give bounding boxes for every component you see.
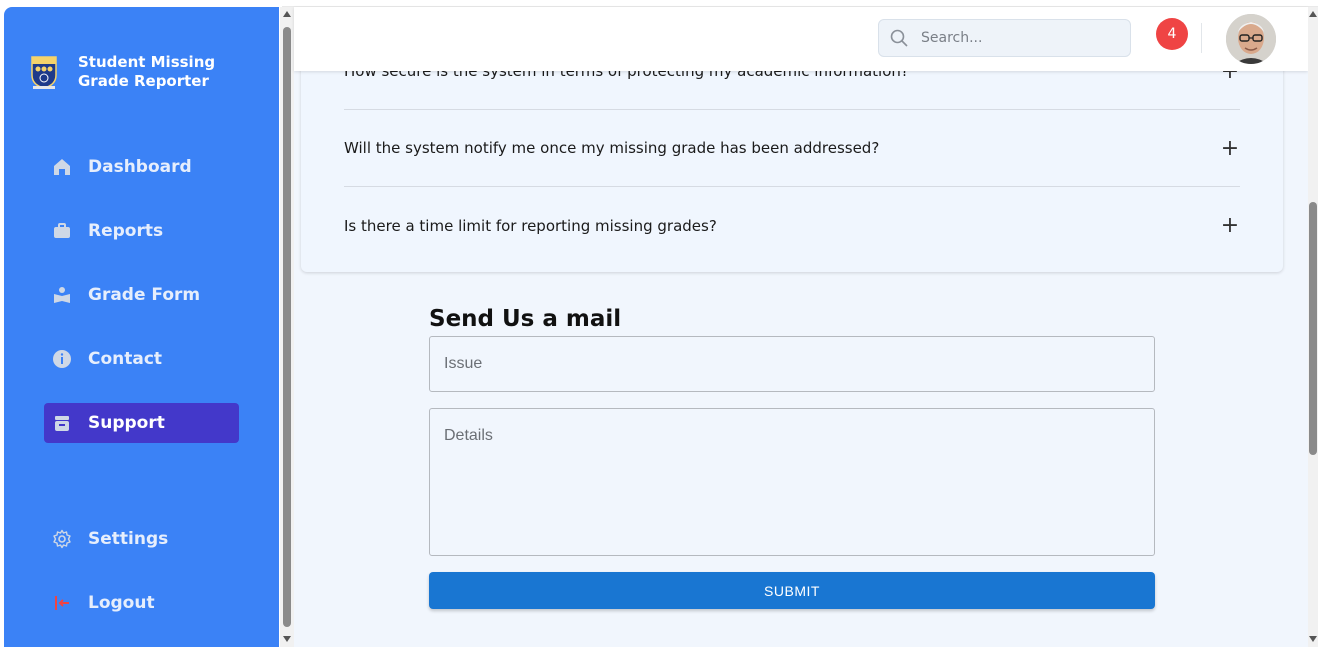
sidebar-item-grade-form[interactable]: Grade Form <box>44 275 239 315</box>
faq-question: Is there a time limit for reporting miss… <box>344 216 717 235</box>
scroll-up-icon[interactable] <box>283 11 291 17</box>
briefcase-icon <box>52 221 72 241</box>
sidebar-item-label: Dashboard <box>88 157 192 177</box>
sidebar-item-label: Support <box>88 413 165 433</box>
app-window: Student Missing Grade Reporter Dashboard… <box>0 0 1318 647</box>
scrollbar-thumb[interactable] <box>1309 202 1317 455</box>
archive-icon <box>52 413 72 433</box>
brand[interactable]: Student Missing Grade Reporter <box>30 53 258 91</box>
user-photo <box>1226 14 1276 64</box>
sidebar-item-label: Logout <box>88 593 155 613</box>
home-icon <box>52 157 72 177</box>
sidebar-item-dashboard[interactable]: Dashboard <box>44 147 239 187</box>
browser-top-edge <box>282 0 1318 7</box>
sidebar-scrollbar[interactable] <box>280 7 294 647</box>
sidebar-item-contact[interactable]: Contact <box>44 339 239 379</box>
search-input[interactable] <box>921 30 1111 46</box>
search-box[interactable] <box>878 19 1131 57</box>
search-icon <box>890 29 908 47</box>
sidebar-item-reports[interactable]: Reports <box>44 211 239 251</box>
logout-icon <box>52 593 72 613</box>
app-title: Student Missing Grade Reporter <box>78 53 216 90</box>
gear-icon <box>52 529 72 549</box>
issue-input[interactable] <box>429 336 1155 392</box>
sidebar-item-logout[interactable]: Logout <box>44 583 239 623</box>
book-reader-icon <box>52 285 72 305</box>
sidebar-item-label: Grade Form <box>88 285 201 305</box>
plus-icon[interactable]: + <box>1220 136 1240 161</box>
faq-question: Will the system notify me once my missin… <box>344 139 880 157</box>
sidebar-item-support[interactable]: Support <box>44 403 239 443</box>
faq-item[interactable]: Is there a time limit for reporting miss… <box>344 187 1240 264</box>
page-scrollbar[interactable] <box>1308 7 1318 647</box>
sidebar: Student Missing Grade Reporter Dashboard… <box>4 7 279 647</box>
avatar[interactable] <box>1226 14 1276 64</box>
header-divider <box>1201 23 1202 53</box>
sidebar-item-label: Reports <box>88 221 164 241</box>
notification-badge[interactable]: 4 <box>1156 18 1188 50</box>
scrollbar-thumb[interactable] <box>283 27 291 627</box>
sidebar-item-label: Settings <box>88 529 169 549</box>
mail-form-title: Send Us a mail <box>429 306 622 332</box>
sidebar-item-settings[interactable]: Settings <box>44 519 239 559</box>
scroll-down-icon[interactable] <box>1309 636 1317 642</box>
university-crest-icon <box>31 56 57 89</box>
info-icon <box>52 349 72 369</box>
top-header: 4 <box>294 7 1308 71</box>
scroll-up-icon[interactable] <box>1309 11 1317 17</box>
faq-item[interactable]: Will the system notify me once my missin… <box>344 110 1240 187</box>
plus-icon[interactable]: + <box>1220 213 1240 238</box>
details-textarea[interactable] <box>429 408 1155 556</box>
sidebar-item-label: Contact <box>88 349 163 369</box>
scroll-down-icon[interactable] <box>283 636 291 642</box>
submit-button[interactable]: SUBMIT <box>429 572 1155 609</box>
